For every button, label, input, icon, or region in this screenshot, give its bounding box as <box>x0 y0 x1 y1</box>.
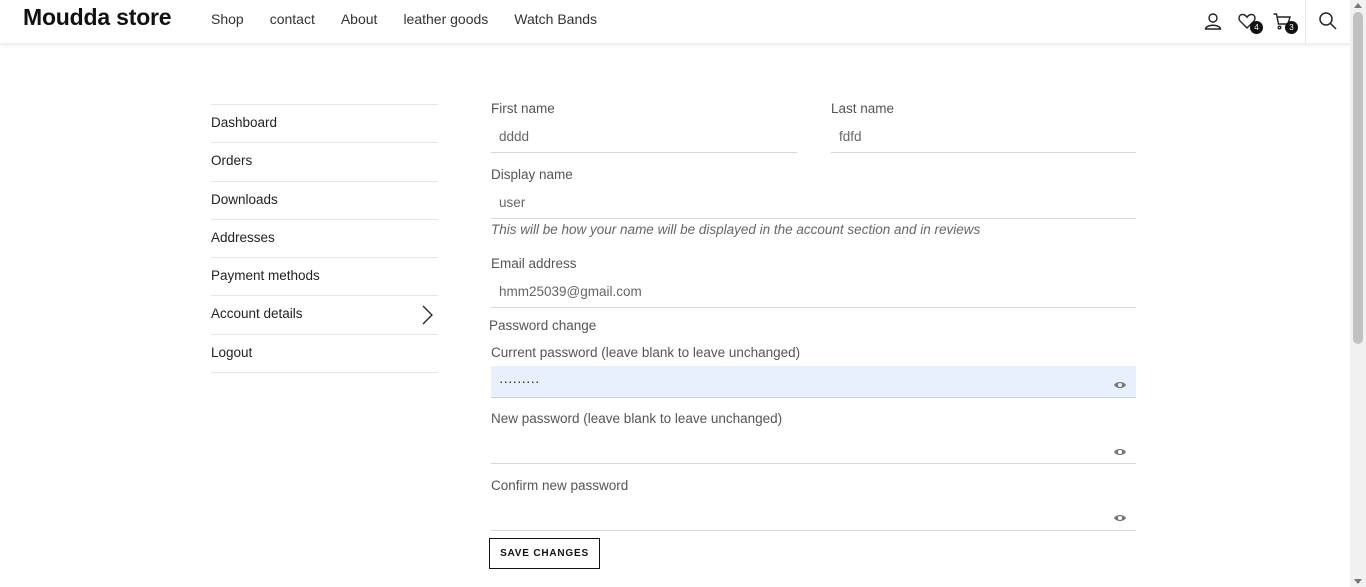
site-header: Moudda store Shop contact About leather … <box>0 0 1350 44</box>
current-password-label: Current password (leave blank to leave u… <box>491 345 801 360</box>
site-logo[interactable]: Moudda store <box>23 4 172 31</box>
sidebar-item-payment-methods[interactable]: Payment methods <box>211 258 438 297</box>
chevron-right-icon <box>422 306 433 325</box>
email-input[interactable] <box>491 276 1136 308</box>
sidebar-item-logout[interactable]: Logout <box>211 335 438 374</box>
show-password-eye-icon[interactable] <box>1113 447 1127 457</box>
sidebar-item-downloads[interactable]: Downloads <box>211 182 438 220</box>
display-name-hint: This will be how your name will be displ… <box>491 222 981 237</box>
cart-count-badge: 3 <box>1285 21 1298 34</box>
show-password-eye-icon[interactable] <box>1113 513 1127 523</box>
account-navigation: Dashboard Orders Downloads Addresses Pay… <box>211 104 438 374</box>
scroll-down-arrow-icon[interactable] <box>1354 579 1362 584</box>
sidebar-item-account-details[interactable]: Account details <box>211 296 438 335</box>
email-label: Email address <box>491 256 577 271</box>
current-password-input[interactable] <box>491 366 1136 398</box>
nav-link-leather-goods[interactable]: leather goods <box>403 11 488 27</box>
sidebar-item-label: Logout <box>211 344 253 360</box>
search-icon[interactable] <box>1318 11 1338 31</box>
display-name-input[interactable] <box>491 187 1136 219</box>
wishlist-count-badge: 4 <box>1250 21 1263 34</box>
sidebar-item-label: Dashboard <box>211 115 278 130</box>
main-nav: Shop contact About leather goods Watch B… <box>211 11 623 27</box>
nav-link-contact[interactable]: contact <box>270 11 315 27</box>
wishlist-heart-icon[interactable]: 4 <box>1237 11 1263 34</box>
save-changes-button[interactable]: SAVE CHANGES <box>489 538 600 569</box>
nav-link-about[interactable]: About <box>341 11 378 27</box>
sidebar-item-label: Account details <box>211 306 303 322</box>
show-password-eye-icon[interactable] <box>1113 380 1127 390</box>
nav-link-shop[interactable]: Shop <box>211 11 244 27</box>
new-password-label: New password (leave blank to leave uncha… <box>491 411 783 426</box>
display-name-label: Display name <box>491 167 573 182</box>
last-name-label: Last name <box>831 101 895 116</box>
scroll-up-arrow-icon[interactable] <box>1354 3 1362 8</box>
page-scrollbar[interactable] <box>1350 0 1366 587</box>
first-name-input[interactable] <box>491 121 797 153</box>
nav-link-watch-bands[interactable]: Watch Bands <box>514 11 597 27</box>
header-divider <box>1305 0 1306 44</box>
user-account-icon[interactable] <box>1203 11 1223 31</box>
confirm-password-input[interactable] <box>491 499 1136 531</box>
scrollbar-thumb[interactable] <box>1353 12 1363 344</box>
last-name-input[interactable] <box>831 121 1136 153</box>
new-password-input[interactable] <box>491 432 1136 464</box>
sidebar-item-dashboard[interactable]: Dashboard <box>211 105 438 144</box>
password-change-heading: Password change <box>489 318 597 333</box>
sidebar-item-orders[interactable]: Orders <box>211 143 438 182</box>
first-name-label: First name <box>491 101 555 116</box>
sidebar-item-label: Downloads <box>211 191 278 207</box>
shopping-cart-icon[interactable]: 3 <box>1272 11 1298 34</box>
sidebar-item-label: Addresses <box>211 229 275 245</box>
confirm-password-label: Confirm new password <box>491 478 629 493</box>
sidebar-item-label: Orders <box>211 153 253 169</box>
sidebar-item-addresses[interactable]: Addresses <box>211 220 438 259</box>
sidebar-item-label: Payment methods <box>211 268 320 284</box>
